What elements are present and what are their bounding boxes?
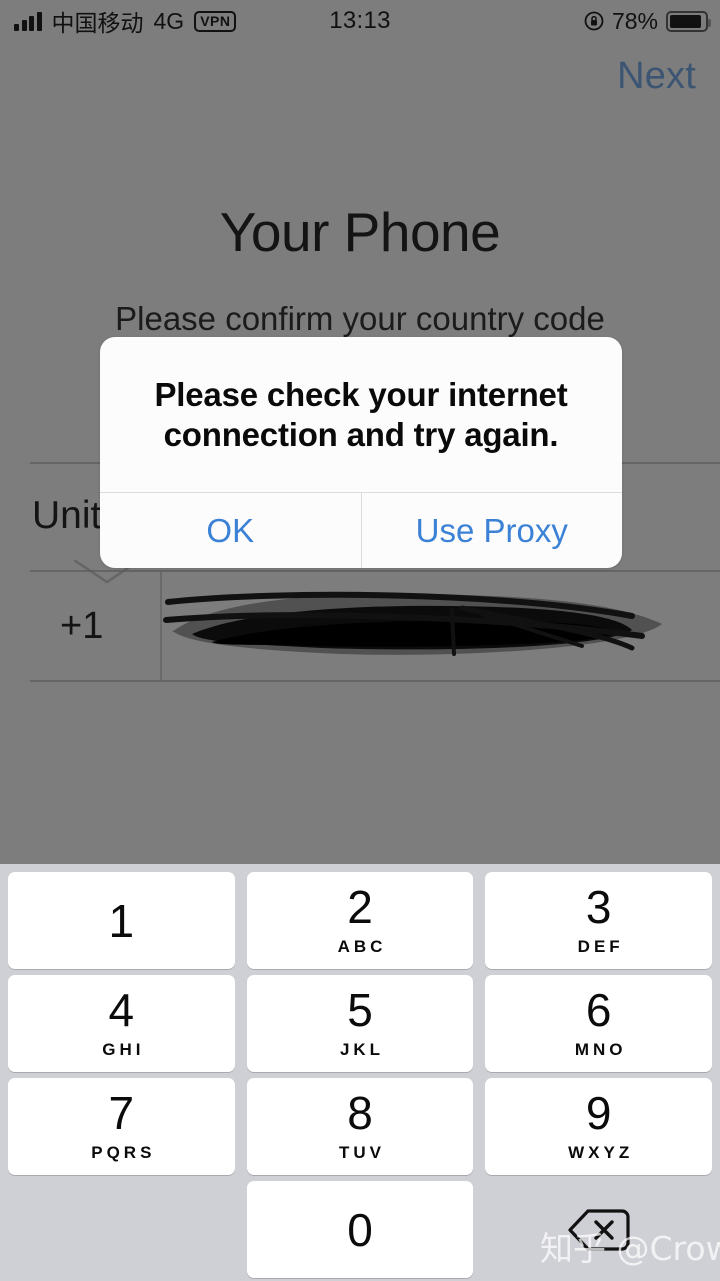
key-digit: 8 [347, 1087, 373, 1139]
key-digit: 9 [585, 1087, 612, 1139]
key-0[interactable]: 0 [246, 1181, 474, 1278]
key-digit: 3 [585, 881, 612, 933]
alert-ok-button[interactable]: OK [100, 493, 361, 568]
key-digit: 7 [108, 1087, 135, 1139]
alert-body: Please check your internet connection an… [100, 337, 622, 492]
key-digit: 5 [347, 984, 373, 1036]
keypad-row: 4 GHI 5 JKL 6 MNO [8, 975, 713, 1072]
keypad-row: 1 2 ABC 3 DEF [8, 872, 713, 969]
key-2[interactable]: 2 ABC [246, 872, 474, 969]
key-4[interactable]: 4 GHI [8, 975, 235, 1072]
key-digit: 2 [347, 881, 373, 933]
key-8[interactable]: 8 TUV [246, 1078, 474, 1175]
key-letters: MNO [574, 1040, 627, 1059]
alert-dialog: Please check your internet connection an… [100, 337, 622, 568]
key-digit: 0 [347, 1203, 373, 1256]
keypad-spacer-left [8, 1181, 235, 1278]
key-digit: 1 [108, 894, 135, 947]
key-letters: DEF [577, 937, 624, 956]
keypad-row: 7 PQRS 8 TUV 9 WXYZ [8, 1078, 713, 1175]
watermark: 知乎 @Crown [540, 1229, 720, 1268]
alert-use-proxy-button[interactable]: Use Proxy [360, 493, 623, 568]
key-7[interactable]: 7 PQRS [8, 1078, 235, 1175]
key-letters: GHI [102, 1040, 145, 1059]
alert-actions: OK Use Proxy [100, 492, 622, 568]
numeric-keypad: 1 2 ABC 3 DEF 4 GHI 5 JKL 6 MNO 7 PQRS 8… [0, 864, 720, 1281]
key-digit: 4 [108, 984, 135, 1036]
key-letters: TUV [339, 1143, 385, 1162]
key-letters: JKL [339, 1040, 385, 1059]
key-letters: ABC [337, 937, 387, 956]
key-letters: PQRS [91, 1143, 156, 1162]
alert-message: Please check your internet connection an… [154, 375, 568, 453]
key-9[interactable]: 9 WXYZ [485, 1078, 713, 1175]
key-digit: 6 [585, 984, 612, 1036]
key-letters: WXYZ [568, 1143, 634, 1162]
key-6[interactable]: 6 MNO [485, 975, 713, 1072]
key-1[interactable]: 1 [8, 872, 235, 969]
key-5[interactable]: 5 JKL [246, 975, 474, 1072]
key-3[interactable]: 3 DEF [485, 872, 713, 969]
phone-screen: 中国移动 4G VPN 13:13 78% Next Your Phone Pl… [0, 0, 720, 1281]
